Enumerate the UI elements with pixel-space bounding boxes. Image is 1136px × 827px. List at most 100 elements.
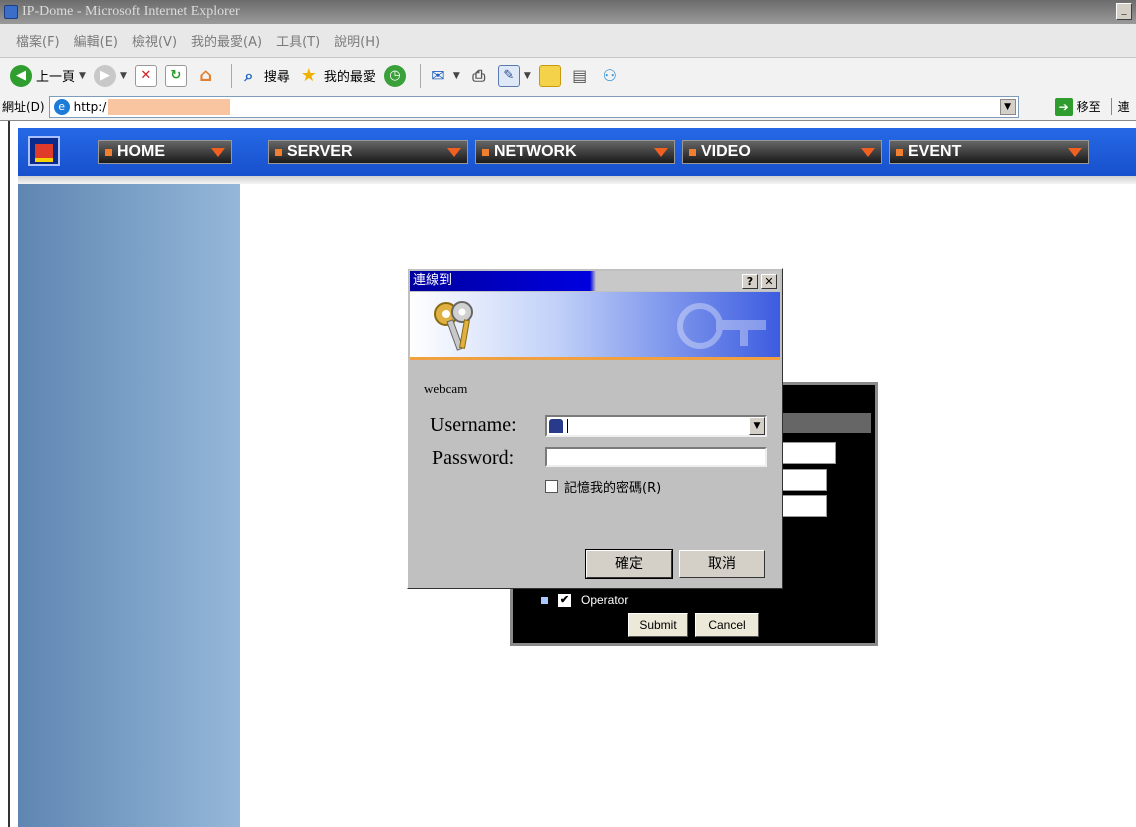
stop-icon: ✕: [134, 64, 157, 87]
print-icon: ⎙: [472, 65, 486, 85]
password-field[interactable]: [545, 447, 767, 467]
username-label: Username:: [430, 414, 517, 436]
edit-button[interactable]: ✎ ▼: [497, 61, 531, 91]
chevron-down-icon: [654, 148, 668, 157]
back-icon: ◀: [10, 64, 32, 87]
panel-header: [783, 413, 871, 433]
back-label: 上一頁: [36, 70, 76, 85]
operator-label: Operator: [581, 593, 629, 607]
dialog-titlebar: 連線到 ? ✕: [410, 271, 780, 291]
nav-shadow-divider: [18, 176, 1136, 184]
nav-video[interactable]: VIDEO: [682, 140, 882, 164]
remember-password[interactable]: 記憶我的密碼(R): [545, 477, 661, 496]
chevron-down-icon[interactable]: ▼: [749, 417, 765, 435]
panel-field-1[interactable]: [781, 442, 836, 464]
redacted-url-block: [108, 98, 231, 115]
favorites-label: 我的最愛: [323, 70, 376, 85]
history-icon: ◷: [383, 64, 406, 87]
login-dialog: 連線到 ? ✕ webcam Username: Password: ▼ 記憶我…: [407, 268, 783, 589]
menu-edit[interactable]: 編輯(E): [74, 31, 118, 50]
go-arrow-icon: ➔: [1054, 97, 1073, 116]
site-nav-bar: HOME SERVER NETWORK VIDEO EVENT: [18, 128, 1136, 176]
window-titlebar: IP-Dome - Microsoft Internet Explorer _: [0, 0, 1136, 24]
chevron-down-icon: [1068, 148, 1082, 157]
mail-icon: ✉: [431, 66, 445, 85]
menu-file[interactable]: 檔案(F): [16, 31, 60, 50]
messenger-button[interactable]: ⚇: [599, 61, 621, 91]
mail-button[interactable]: ✉ ▼: [427, 61, 460, 91]
nav-event[interactable]: EVENT: [889, 140, 1089, 164]
ie-app-icon: [4, 5, 18, 19]
nav-server[interactable]: SERVER: [268, 140, 468, 164]
go-button[interactable]: ➔ 移至: [1054, 97, 1101, 116]
menu-bar: 檔案(F) 編輯(E) 檢視(V) 我的最愛(A) 工具(T) 說明(H): [0, 24, 1136, 58]
panel-field-3[interactable]: [781, 495, 827, 517]
links-bar-edge[interactable]: 連: [1110, 98, 1130, 115]
nav-home-label: HOME: [117, 143, 165, 160]
nav-network[interactable]: NETWORK: [475, 140, 675, 164]
chevron-down-icon: ▼: [79, 70, 86, 81]
nav-video-label: VIDEO: [701, 143, 751, 160]
address-bar: 網址(D) e http:/ ▼ ➔ 移至 連: [0, 93, 1136, 121]
back-button[interactable]: ◀ 上一頁 ▼: [10, 61, 86, 91]
minimize-button[interactable]: _: [1116, 3, 1132, 20]
menu-tools[interactable]: 工具(T): [276, 31, 320, 50]
menu-help[interactable]: 說明(H): [334, 31, 380, 50]
panel-field-2[interactable]: [781, 469, 827, 491]
go-label: 移至: [1076, 100, 1101, 114]
keys-icon: [434, 301, 473, 351]
research-icon: ▤: [572, 66, 588, 85]
password-label: Password:: [432, 447, 515, 469]
page-icon: e: [53, 98, 70, 115]
operator-checkbox[interactable]: ✔: [558, 593, 571, 607]
menu-view[interactable]: 檢視(V): [132, 31, 177, 50]
panel-cancel-button[interactable]: Cancel: [695, 613, 759, 637]
browser-toolbar: ◀ 上一頁 ▼ ▶ ▼ ✕ ↻ ⌂ ⌕ 搜尋 ★ 我的最愛 ◷ ✉ ▼ ⎙ ✎ …: [0, 58, 1136, 93]
research-button[interactable]: ▤: [569, 61, 591, 91]
username-combobox[interactable]: ▼: [545, 415, 767, 437]
dialog-title: 連線到: [413, 273, 453, 288]
address-label: 網址(D): [2, 100, 45, 114]
dialog-banner: [410, 292, 780, 360]
forward-button[interactable]: ▶ ▼: [93, 61, 127, 91]
favorites-button[interactable]: ★ 我的最愛: [298, 61, 376, 91]
messenger-icon: ⚇: [602, 66, 617, 85]
close-button[interactable]: ✕: [761, 274, 777, 289]
home-button[interactable]: ⌂: [195, 61, 217, 91]
site-logo-icon: [28, 136, 60, 166]
refresh-button[interactable]: ↻: [164, 61, 187, 91]
search-icon: ⌕: [244, 65, 254, 85]
search-button[interactable]: ⌕ 搜尋: [238, 61, 290, 91]
cancel-button[interactable]: 取消: [679, 550, 765, 578]
help-button[interactable]: ?: [742, 274, 758, 289]
folder-icon: [538, 64, 561, 87]
nav-network-label: NETWORK: [494, 143, 577, 160]
search-label: 搜尋: [263, 70, 290, 85]
nav-server-label: SERVER: [287, 143, 353, 160]
stop-button[interactable]: ✕: [134, 61, 157, 91]
chevron-down-icon[interactable]: ▼: [999, 98, 1016, 115]
menu-favorites[interactable]: 我的最愛(A): [191, 31, 262, 50]
nav-home[interactable]: HOME: [98, 140, 232, 164]
chevron-down-icon: [211, 148, 225, 157]
folder-button[interactable]: [538, 61, 561, 91]
submit-button[interactable]: Submit: [628, 613, 688, 637]
forward-icon: ▶: [93, 64, 116, 87]
operator-row: ✔ Operator: [541, 593, 628, 607]
chevron-down-icon: ▼: [523, 70, 531, 81]
text-caret: [567, 419, 568, 433]
refresh-icon: ↻: [164, 64, 187, 87]
print-button[interactable]: ⎙: [468, 61, 490, 91]
bullet-icon: [541, 596, 548, 604]
history-button[interactable]: ◷: [383, 61, 406, 91]
address-input[interactable]: e http:/ ▼: [48, 95, 1019, 118]
window-title: IP-Dome - Microsoft Internet Explorer: [22, 4, 240, 19]
ok-button[interactable]: 確定: [585, 549, 673, 579]
remember-checkbox[interactable]: [545, 480, 558, 493]
left-sidebar: [18, 184, 240, 827]
toolbar-divider: [230, 63, 232, 88]
home-icon: ⌂: [199, 65, 213, 86]
favorites-star-icon: ★: [300, 65, 317, 86]
toolbar-divider: [419, 63, 421, 88]
chevron-down-icon: [447, 148, 461, 157]
